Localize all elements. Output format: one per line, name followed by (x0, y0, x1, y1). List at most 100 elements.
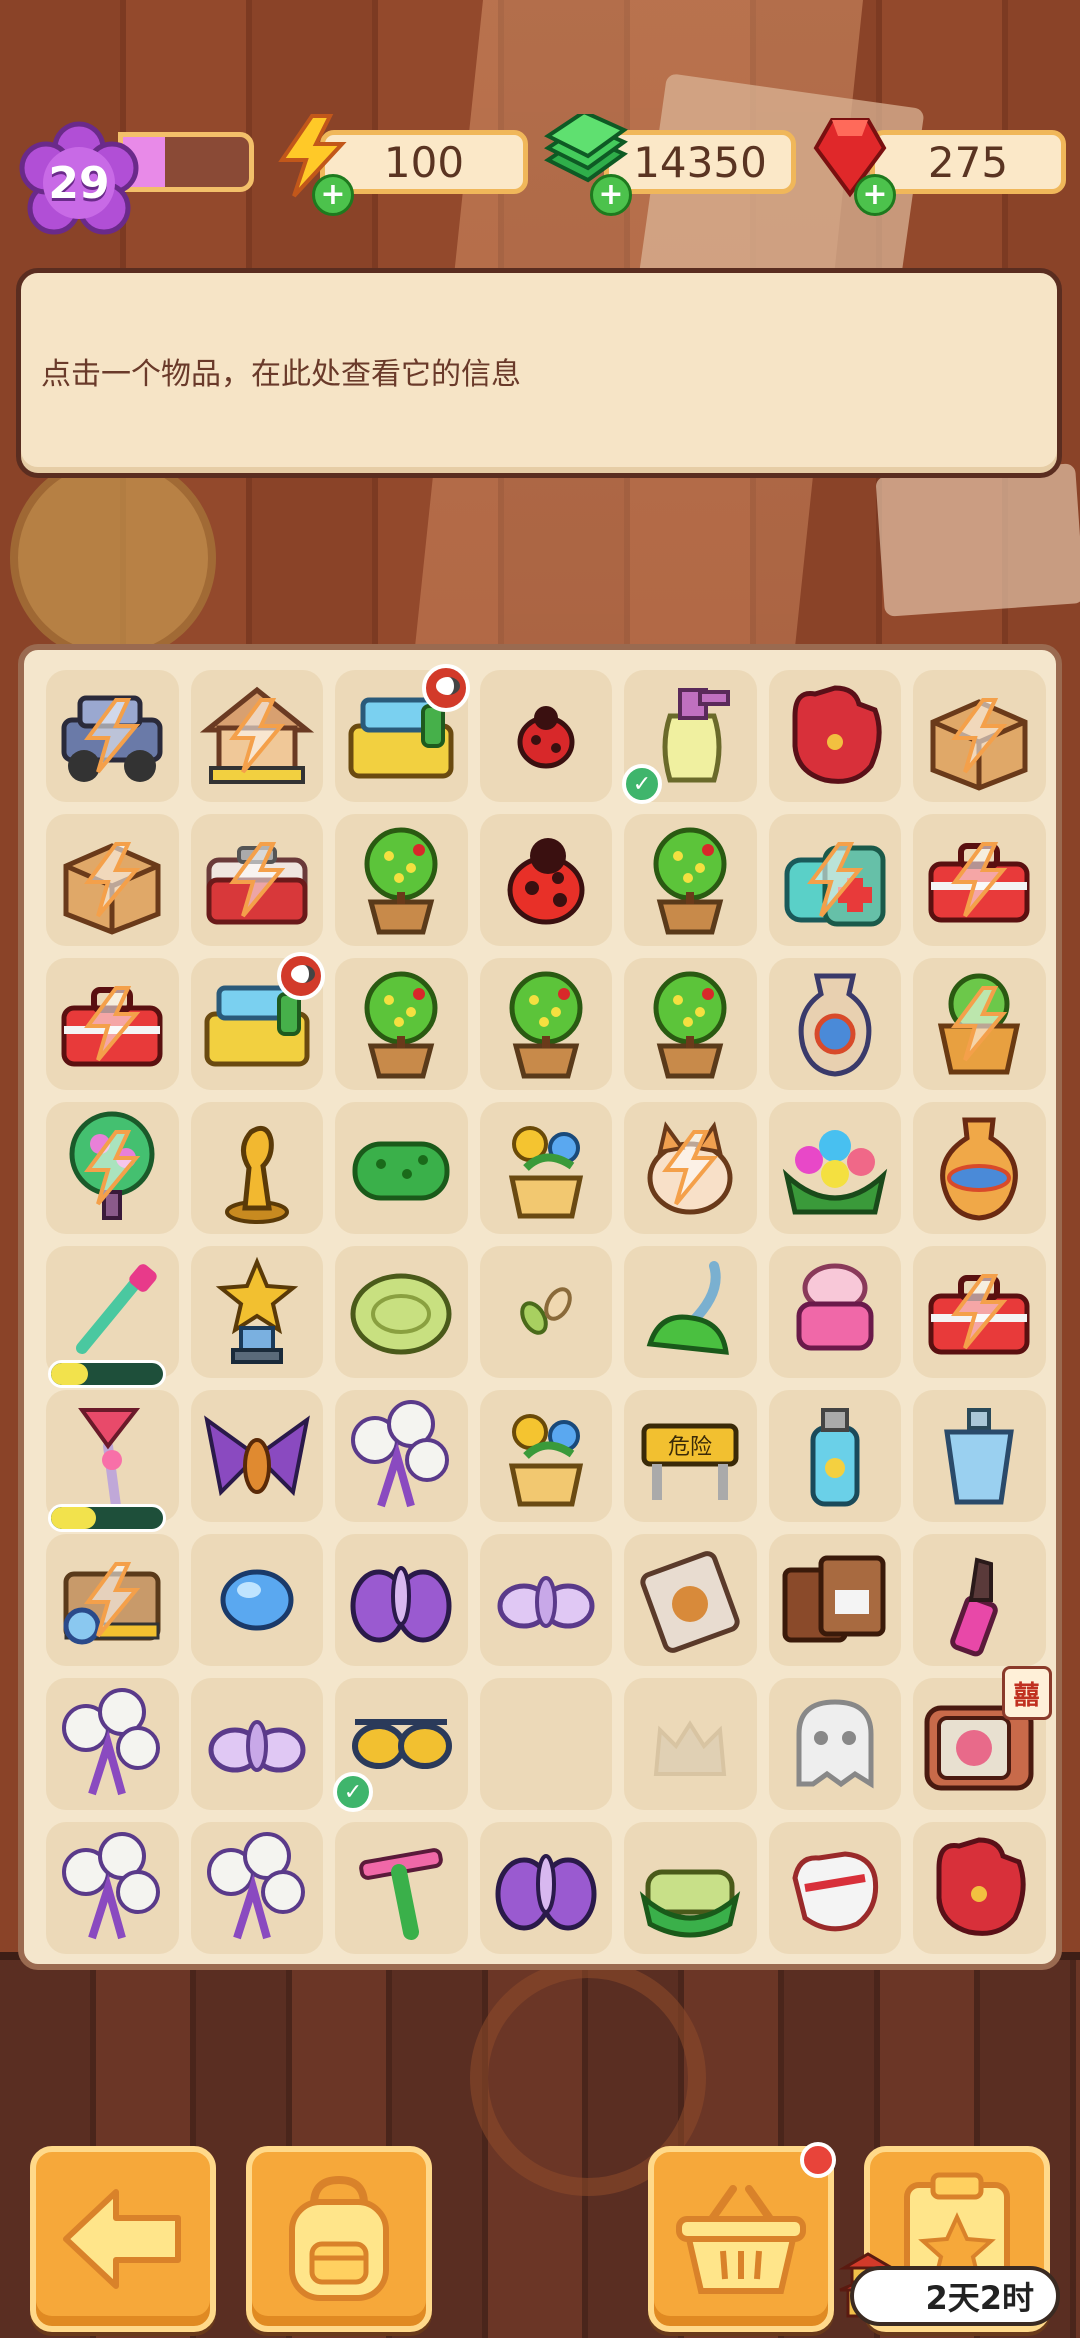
flower-basket-icon[interactable] (773, 1106, 897, 1230)
potted-tree-icon[interactable] (628, 962, 752, 1086)
board-cell[interactable]: 囍 (907, 1666, 1052, 1816)
board-cell[interactable] (907, 1528, 1052, 1672)
cream-jar-icon[interactable] (773, 1250, 897, 1374)
board-cell[interactable] (474, 1816, 619, 1960)
board-cell[interactable] (40, 808, 185, 952)
board-cell[interactable] (40, 1816, 185, 1960)
board-cell[interactable] (40, 1384, 185, 1532)
board-cell[interactable] (329, 808, 474, 952)
star-trophy-icon[interactable] (195, 1250, 319, 1374)
board-cell[interactable] (618, 952, 763, 1096)
board-cell[interactable] (763, 1384, 908, 1528)
board-cell[interactable] (763, 952, 908, 1096)
dandelion-icon[interactable] (50, 1682, 174, 1806)
blue-gem-icon[interactable] (195, 1538, 319, 1662)
evidence-bag-icon[interactable] (628, 1538, 752, 1662)
board-cell[interactable] (40, 1240, 185, 1388)
board-cell[interactable] (185, 664, 330, 808)
board-cell[interactable] (907, 1240, 1052, 1384)
board-cell[interactable] (763, 1672, 908, 1816)
board-cell[interactable] (474, 1384, 619, 1528)
board-cell[interactable] (763, 1096, 908, 1240)
flower-pot-icon[interactable] (484, 1394, 608, 1518)
board-cell[interactable] (474, 808, 619, 952)
board-cell[interactable] (185, 1384, 330, 1528)
dandelion-icon[interactable] (50, 1826, 174, 1950)
envelopes-icon[interactable] (773, 1538, 897, 1662)
board-cell[interactable] (763, 664, 908, 808)
add-energy-button[interactable]: + (312, 174, 354, 216)
board-cell[interactable] (763, 1240, 908, 1384)
cardboard-box-icon[interactable] (50, 818, 174, 942)
plant-pot-icon[interactable] (917, 962, 1041, 1086)
board-cell[interactable] (40, 1528, 185, 1672)
vase-icon[interactable] (773, 962, 897, 1086)
potted-tree-icon[interactable] (339, 818, 463, 942)
ladybug-small-icon[interactable] (484, 674, 608, 798)
cooler-box-icon[interactable] (195, 818, 319, 942)
board-cell[interactable] (185, 952, 330, 1096)
board-cell[interactable] (329, 1384, 474, 1528)
add-cash-button[interactable]: + (590, 174, 632, 216)
board-cell[interactable] (474, 952, 619, 1096)
board-cell[interactable] (329, 952, 474, 1096)
locked-slot-icon[interactable] (628, 1682, 752, 1806)
backpack-button[interactable] (246, 2146, 432, 2332)
board-cell[interactable] (907, 952, 1052, 1096)
cardboard-box-icon[interactable] (917, 674, 1041, 798)
soap-bar-icon[interactable] (339, 1250, 463, 1374)
board-cell[interactable] (40, 1672, 185, 1816)
perfume-bottle-icon[interactable] (917, 1394, 1041, 1518)
board-cell[interactable] (618, 1672, 763, 1816)
jeep-icon[interactable] (50, 674, 174, 798)
board-cell[interactable] (185, 1240, 330, 1384)
cat-icon[interactable] (628, 1106, 752, 1230)
board-cell[interactable]: 危险 (618, 1384, 763, 1528)
gold-statue-icon[interactable] (195, 1106, 319, 1230)
paintbrush-icon[interactable] (50, 1250, 174, 1374)
board-cell[interactable] (763, 1816, 908, 1960)
board-cell[interactable] (907, 1096, 1052, 1240)
baseball-glove-icon[interactable] (917, 1826, 1041, 1950)
urn-icon[interactable] (917, 1106, 1041, 1230)
ladybug-large-icon[interactable] (484, 818, 608, 942)
potted-tree-icon[interactable] (484, 962, 608, 1086)
board-cell[interactable] (40, 952, 185, 1096)
lipstick-icon[interactable] (917, 1538, 1041, 1662)
dandelion-icon[interactable] (339, 1394, 463, 1518)
vacuum-icon[interactable] (628, 1250, 752, 1374)
board-cell[interactable]: ✓ (618, 664, 763, 808)
first-aid-kit-icon[interactable] (773, 818, 897, 942)
add-gems-button[interactable]: + (854, 174, 896, 216)
doghouse-icon[interactable] (195, 674, 319, 798)
toolbox-icon[interactable] (917, 818, 1041, 942)
baseball-glove-icon[interactable] (773, 674, 897, 798)
board-cell[interactable] (329, 1096, 474, 1240)
danger-barrier-icon[interactable]: 危险 (628, 1394, 752, 1518)
board-cell[interactable] (474, 1240, 619, 1384)
board-cell[interactable] (185, 1816, 330, 1960)
board-cell[interactable] (329, 1816, 474, 1960)
moth-lilac-icon[interactable] (484, 1538, 608, 1662)
board-cell[interactable] (618, 1096, 763, 1240)
seeds-icon[interactable] (484, 1250, 608, 1374)
potted-tree-icon[interactable] (628, 818, 752, 942)
blossom-tree-icon[interactable] (50, 1106, 174, 1230)
board-cell[interactable] (907, 664, 1052, 808)
level-badge[interactable]: 29 (16, 120, 142, 246)
detective-box-icon[interactable] (50, 1538, 174, 1662)
board-cell[interactable] (907, 1816, 1052, 1960)
ghost-icon[interactable] (773, 1682, 897, 1806)
moth-orange-icon[interactable] (195, 1394, 319, 1518)
board-cell[interactable] (474, 1528, 619, 1672)
moth-purple-icon[interactable] (339, 1538, 463, 1662)
board-cell[interactable] (763, 808, 908, 952)
event-timer[interactable]: 2天2时 (850, 2266, 1060, 2326)
back-button[interactable] (30, 2146, 216, 2332)
board-cell[interactable] (185, 1672, 330, 1816)
board-cell[interactable] (907, 808, 1052, 952)
toolbox-icon[interactable] (917, 1250, 1041, 1374)
green-sponge-tray-icon[interactable] (628, 1826, 752, 1950)
board-cell[interactable] (329, 1528, 474, 1672)
toolbox-icon[interactable] (50, 962, 174, 1086)
